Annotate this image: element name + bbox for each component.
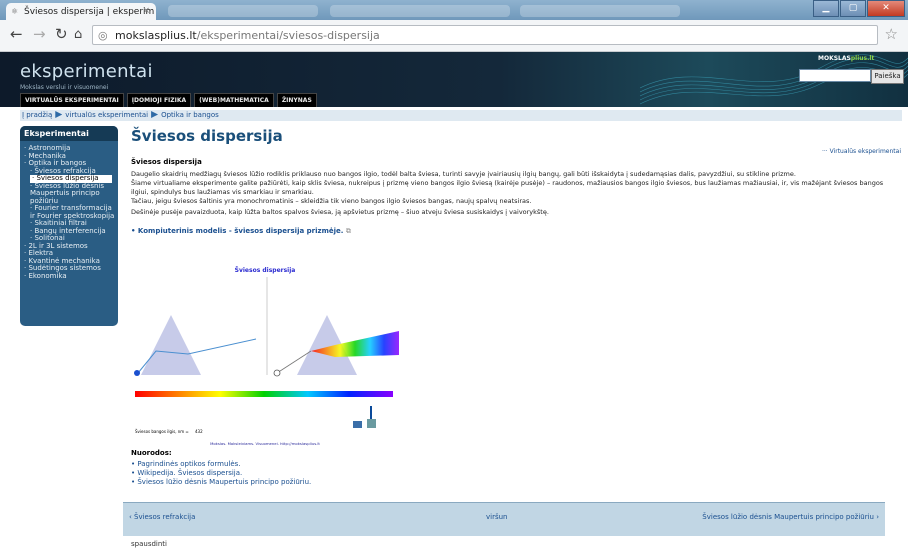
applet-canvas[interactable]: Šviesos dispersija Šviesos bangos ilgis,… bbox=[131, 263, 411, 451]
partner-logo-icon bbox=[367, 419, 376, 428]
dispersion-applet[interactable]: Šviesos dispersija Šviesos bangos ilgis,… bbox=[131, 263, 411, 451]
sidebar-item[interactable]: Fourier transformacija ir Fourier spektr… bbox=[24, 204, 118, 220]
browser-tab-title: Šviesos dispersija | eksperim bbox=[24, 6, 155, 17]
minimize-icon[interactable]: ▁ bbox=[813, 0, 839, 17]
link-text[interactable]: Šviesos lūžio dėsnis Maupertuis principo… bbox=[137, 478, 311, 486]
breadcrumb: Į pradžią virtualūs eksperimentai Optika i… bbox=[20, 110, 902, 121]
window-controls: ▁ ▢ ✕ bbox=[812, 0, 905, 17]
back-to-experiments-link[interactable]: ··· Virtualūs eksperimentai bbox=[822, 148, 901, 155]
forward-arrow-icon[interactable]: → bbox=[33, 25, 46, 43]
site-subtitle: Mokslas verslui ir visuomenei bbox=[20, 84, 109, 91]
paragraph: Tačiau, jeigu šviesos šaltinis yra monoc… bbox=[131, 197, 532, 205]
external-link-icon: ⧉ bbox=[345, 227, 351, 235]
close-tab-icon[interactable]: × bbox=[142, 6, 150, 16]
main-content: Šviesos dispersija ··· Virtualūs eksperi… bbox=[131, 127, 901, 236]
right-light-source[interactable] bbox=[273, 369, 281, 377]
model-link[interactable]: • Kompiuterinis modelis - šviesos disper… bbox=[131, 227, 901, 236]
wavelength-label: Šviesos bangos ilgis, nm = bbox=[135, 429, 189, 434]
breadcrumb-virtual-experiments[interactable]: virtualūs eksperimentai bbox=[65, 111, 148, 119]
close-window-icon[interactable]: ✕ bbox=[867, 0, 905, 17]
browser-tab-strip: ⚛ Šviesos dispersija | eksperim × ▁ ▢ ✕ bbox=[0, 0, 908, 20]
breadcrumb-home[interactable]: Į pradžią bbox=[22, 111, 52, 119]
print-link[interactable]: spausdinti bbox=[131, 540, 167, 548]
browser-toolbar: ← → ↻ ⌂ ◎ mokslasplius.lt/eksperimentai/… bbox=[0, 20, 908, 52]
nav-web-mathematica[interactable]: (WEB)MATHEMATICA bbox=[194, 93, 274, 107]
section-heading: Šviesos dispersija bbox=[131, 158, 202, 166]
reload-icon[interactable]: ↻ bbox=[55, 25, 68, 43]
brand-logo[interactable]: MOKSLASplius.lt bbox=[818, 55, 874, 62]
browser-tab[interactable]: ⚛ Šviesos dispersija | eksperim × bbox=[6, 3, 156, 20]
brand-prefix: MOKSLAS bbox=[818, 55, 851, 62]
wavelength-slider-handle[interactable] bbox=[370, 406, 372, 419]
left-light-source[interactable] bbox=[134, 370, 140, 376]
link-maupertuis[interactable]: • Šviesos lūžio dėsnis Maupertuis princi… bbox=[131, 478, 311, 487]
bookmark-star-icon[interactable]: ☆ bbox=[885, 25, 898, 43]
top-navigation: VIRTUALŪS EKSPERIMENTAI ĮDOMIOJI FIZIKA … bbox=[20, 93, 320, 107]
page-title: Šviesos dispersija bbox=[131, 127, 283, 145]
links-heading: Nuorodos: bbox=[131, 449, 172, 457]
url-path: /eksperimentai/sviesos-dispersija bbox=[196, 29, 380, 42]
nav-interesting-physics[interactable]: ĮDOMIOJI FIZIKA bbox=[126, 93, 192, 107]
back-arrow-icon[interactable]: ← bbox=[10, 25, 23, 43]
site-header: eksperimentai Mokslas verslui ir visuome… bbox=[0, 52, 908, 107]
applet-title: Šviesos dispersija bbox=[235, 267, 296, 274]
search-button[interactable]: Paieška bbox=[871, 69, 904, 84]
partner-logo-icon bbox=[353, 421, 362, 428]
up-link[interactable]: viršun bbox=[486, 513, 508, 521]
background-tab[interactable] bbox=[520, 5, 680, 17]
link-text[interactable]: Pagrindinės optikos formulės. bbox=[137, 460, 240, 468]
url-host: mokslasplius.lt bbox=[115, 29, 197, 42]
model-link-text[interactable]: Kompiuterinis modelis - šviesos dispersi… bbox=[138, 227, 344, 235]
nav-reference[interactable]: ŽINYNAS bbox=[276, 93, 317, 107]
background-tab[interactable] bbox=[168, 5, 318, 17]
sidebar-heading: Eksperimentai bbox=[20, 126, 118, 141]
sidebar-item[interactable]: Ekonomika bbox=[24, 272, 118, 281]
breadcrumb-optics[interactable]: Optika ir bangos bbox=[161, 111, 219, 119]
wavelength-scale[interactable] bbox=[135, 391, 393, 397]
link-wikipedia[interactable]: • Wikipedija. Šviesos dispersija. bbox=[131, 469, 311, 478]
favicon-icon: ⚛ bbox=[11, 7, 19, 16]
sidebar-list: AstronomijaMechanikaOptika ir bangosŠvie… bbox=[20, 141, 118, 280]
links-section: Nuorodos: • Pagrindinės optikos formulės… bbox=[131, 449, 311, 487]
paragraph: Daugelio skaidrių medžiagų šviesos lūžio… bbox=[131, 170, 796, 178]
brand-suffix: plius.lt bbox=[850, 55, 875, 62]
wavelength-value: 432 bbox=[195, 429, 203, 434]
background-tab[interactable] bbox=[330, 5, 510, 17]
next-page-link[interactable]: Šviesos lūžio dėsnis Maupertuis principo… bbox=[702, 513, 879, 521]
prev-page-link[interactable]: ‹ Šviesos refrakcija bbox=[129, 513, 195, 521]
link-text[interactable]: Wikipedija. Šviesos dispersija. bbox=[137, 469, 242, 477]
breadcrumb-separator-icon bbox=[151, 111, 159, 118]
maximize-icon[interactable]: ▢ bbox=[840, 0, 866, 17]
paragraph: Šiame virtualiame eksperimente galite pa… bbox=[131, 179, 884, 196]
nav-virtual-experiments[interactable]: VIRTUALŪS EKSPERIMENTAI bbox=[20, 93, 124, 107]
search-input[interactable] bbox=[799, 69, 871, 82]
site-title[interactable]: eksperimentai bbox=[20, 61, 153, 82]
page-info-icon: ◎ bbox=[98, 29, 108, 42]
link-optics-formulas[interactable]: • Pagrindinės optikos formulės. bbox=[131, 460, 311, 469]
book-navigation: ‹ Šviesos refrakcija viršun Šviesos lūži… bbox=[123, 502, 885, 536]
home-icon[interactable]: ⌂ bbox=[74, 27, 82, 42]
paragraph: Dešinėje pusėje pavaizduota, kaip lūžta … bbox=[131, 208, 549, 216]
applet-footer: Mokslas. Moksleiviams. Visuomenei. http:… bbox=[210, 441, 320, 446]
sidebar: Eksperimentai AstronomijaMechanikaOptika… bbox=[20, 126, 118, 326]
address-bar[interactable]: ◎ mokslasplius.lt/eksperimentai/sviesos-… bbox=[92, 25, 878, 45]
sidebar-item[interactable]: Šviesos lūžio dėsnis Maupertuis principo… bbox=[24, 182, 118, 206]
left-prism bbox=[141, 315, 201, 375]
breadcrumb-separator-icon bbox=[55, 111, 63, 118]
